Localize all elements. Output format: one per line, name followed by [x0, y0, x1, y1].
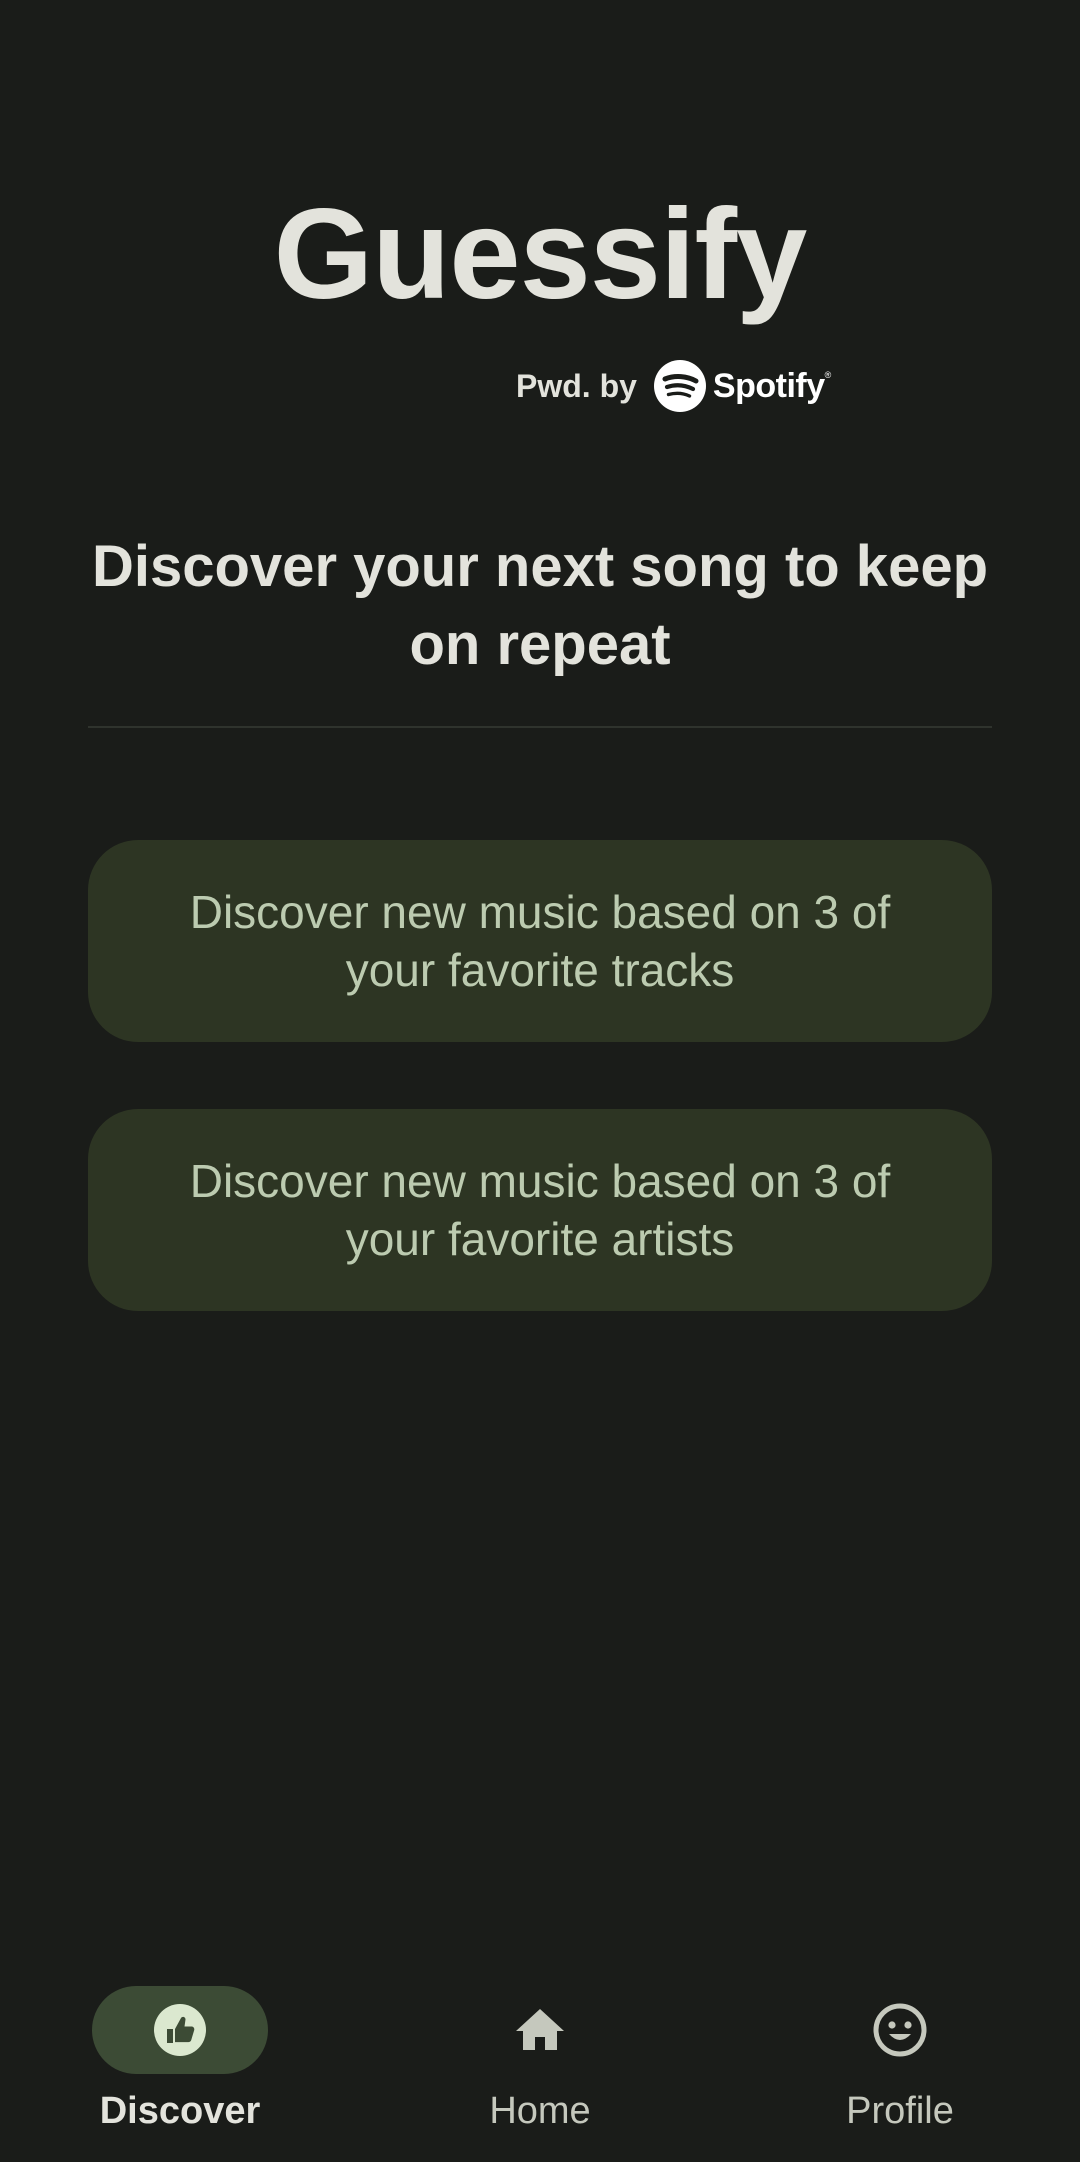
discover-by-artists-button[interactable]: Discover new music based on 3 of your fa…: [88, 1109, 992, 1311]
app-title: Guessify: [273, 183, 808, 326]
discover-by-tracks-button[interactable]: Discover new music based on 3 of your fa…: [88, 840, 992, 1042]
spotify-logo-icon: [653, 360, 706, 412]
nav-item-home[interactable]: Home: [360, 1960, 720, 2162]
divider: [88, 726, 992, 728]
home-icon: [516, 2009, 564, 2050]
bottom-navigation: Discover Home Profile: [0, 1960, 1080, 2162]
nav-item-profile[interactable]: Profile: [720, 1960, 1080, 2162]
nav-label-profile: Profile: [846, 2090, 954, 2132]
spotify-wordmark: Spotify: [712, 366, 825, 405]
powered-by-label: Pwd. by: [516, 367, 637, 404]
nav-label-discover: Discover: [99, 2090, 261, 2132]
powered-by-spotify: Pwd. by Spotify ®: [516, 358, 831, 414]
headline: Discover your next song to keep on repea…: [91, 534, 989, 677]
discover-screen: Guessify Pwd. by Spotify ® Discover your…: [0, 0, 1080, 2162]
nav-item-discover[interactable]: Discover: [0, 1960, 360, 2162]
thumb-up-icon: [154, 2004, 206, 2056]
smiley-face-icon: [873, 2003, 927, 2057]
trademark-mark: ®: [824, 370, 832, 380]
nav-label-home: Home: [489, 2090, 591, 2132]
